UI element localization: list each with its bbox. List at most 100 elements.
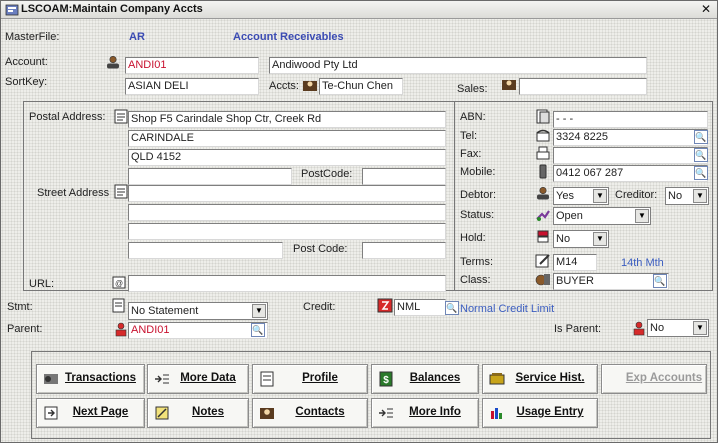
- is-parent-value: No: [650, 322, 665, 334]
- street-address-label: Street Address: [37, 187, 110, 199]
- creditor-select[interactable]: No ▼: [665, 187, 709, 205]
- svg-text:@: @: [115, 279, 123, 288]
- url-label: URL:: [29, 278, 55, 290]
- more-data-button[interactable]: More Data: [147, 364, 249, 394]
- abn-field[interactable]: - - -: [553, 111, 708, 128]
- chevron-down-icon[interactable]: ▼: [593, 232, 607, 246]
- account-name-field[interactable]: Andiwood Pty Ltd: [269, 57, 647, 74]
- fax-lookup-icon[interactable]: 🔍: [694, 148, 708, 162]
- service-hist-button[interactable]: Service Hist.: [482, 364, 598, 394]
- rep-icon: [303, 81, 317, 91]
- hold-select[interactable]: No ▼: [553, 230, 609, 248]
- profile-button[interactable]: Profile: [252, 364, 368, 394]
- url-field[interactable]: [128, 275, 446, 292]
- chevron-down-icon[interactable]: ▼: [693, 189, 707, 203]
- terms-edit-icon: [535, 254, 550, 268]
- credit-label: Credit:: [303, 301, 336, 313]
- next-page-label: Next Page: [72, 406, 129, 418]
- postal-address-label: Postal Address:: [29, 111, 106, 123]
- is-parent-select[interactable]: No ▼: [647, 319, 709, 337]
- chevron-down-icon[interactable]: ▼: [593, 189, 607, 203]
- more-info-label: More Info: [409, 406, 461, 418]
- main-window: LSCOAM:Maintain Company Accts ✕ MasterFi…: [0, 0, 718, 443]
- app-icon: [5, 4, 19, 16]
- account-label: Account:: [5, 56, 48, 68]
- debtor-person-icon: [537, 186, 549, 200]
- street-postcode-label: Post Code:: [293, 243, 348, 255]
- close-icon[interactable]: ✕: [699, 2, 713, 16]
- title-bar: LSCOAM:Maintain Company Accts ✕: [1, 1, 717, 19]
- exp-accounts-label: Exp Accounts: [625, 372, 703, 384]
- tel-lookup-icon[interactable]: 🔍: [694, 130, 708, 144]
- contacts-button[interactable]: Contacts: [252, 398, 368, 428]
- street-line3-field[interactable]: [128, 223, 446, 240]
- parent-lookup-icon[interactable]: 🔍: [251, 323, 265, 337]
- stmt-label: Stmt:: [7, 301, 33, 313]
- hold-label: Hold:: [460, 232, 486, 244]
- street-line1-field[interactable]: [128, 185, 446, 202]
- street-line4-field[interactable]: [128, 242, 283, 259]
- statement-select[interactable]: No Statement ▼: [128, 302, 268, 320]
- parent-icon: [115, 322, 127, 337]
- credit-description: Normal Credit Limit: [460, 303, 555, 315]
- credit-lookup-icon[interactable]: 🔍: [445, 301, 459, 315]
- chevron-down-icon[interactable]: ▼: [252, 304, 266, 318]
- fax-icon: [536, 146, 550, 160]
- parent-label: Parent:: [7, 323, 43, 335]
- statement-icon: [112, 298, 125, 313]
- class-lookup-icon[interactable]: 🔍: [653, 274, 667, 288]
- class-icon: [535, 274, 550, 286]
- class-field[interactable]: BUYER: [553, 273, 669, 290]
- next-page-button[interactable]: Next Page: [36, 398, 145, 428]
- profile-label: Profile: [302, 372, 338, 384]
- more-data-label: More Data: [180, 372, 236, 384]
- postal-line2-field[interactable]: CARINDALE: [128, 130, 446, 147]
- terms-field[interactable]: M14: [553, 254, 597, 271]
- more-info-button[interactable]: More Info: [371, 398, 479, 428]
- debtor-select[interactable]: Yes ▼: [553, 187, 609, 205]
- statement-value: No Statement: [131, 305, 199, 317]
- accts-label: Accts:: [269, 80, 299, 92]
- credit-field[interactable]: NML: [394, 299, 446, 316]
- street-postcode-field[interactable]: [362, 242, 446, 259]
- chevron-down-icon[interactable]: ▼: [635, 209, 649, 223]
- balances-button[interactable]: $ Balances: [371, 364, 479, 394]
- status-icon: [536, 210, 550, 221]
- parent-field[interactable]: ANDI01: [128, 322, 268, 339]
- postal-line1-field[interactable]: Shop F5 Carindale Shop Ctr, Creek Rd: [128, 111, 446, 128]
- transactions-button[interactable]: Transactions: [36, 364, 145, 394]
- postal-line4-field[interactable]: [128, 168, 292, 185]
- account-code-field[interactable]: ANDI01: [125, 57, 259, 74]
- mobile-field[interactable]: 0412 067 287: [553, 165, 708, 182]
- abn-label: ABN:: [460, 111, 486, 123]
- sortkey-field[interactable]: ASIAN DELI: [125, 78, 259, 95]
- masterfile-value: AR: [129, 31, 145, 43]
- accts-field[interactable]: Te-Chun Chen: [319, 78, 403, 95]
- exp-accounts-button[interactable]: Exp Accounts: [601, 364, 707, 394]
- sales-label: Sales:: [457, 83, 488, 95]
- fax-label: Fax:: [460, 148, 482, 160]
- chevron-down-icon[interactable]: ▼: [693, 321, 707, 335]
- street-line2-field[interactable]: [128, 204, 446, 221]
- usage-entry-label: Usage Entry: [516, 406, 584, 418]
- street-book-icon: [114, 184, 128, 199]
- hold-value: No: [556, 233, 571, 245]
- postal-postcode-field[interactable]: [362, 168, 446, 185]
- mobile-icon: [539, 164, 547, 179]
- masterfile-label: MasterFile:: [5, 31, 60, 43]
- panel-divider: [454, 102, 455, 290]
- tel-field[interactable]: 3324 8225: [553, 129, 708, 146]
- postal-postcode-label: PostCode:: [301, 168, 353, 180]
- usage-entry-button[interactable]: Usage Entry: [482, 398, 598, 428]
- sortkey-label: SortKey:: [5, 76, 48, 88]
- postal-line3-field[interactable]: QLD 4152: [128, 149, 446, 166]
- notes-button[interactable]: Notes: [147, 398, 249, 428]
- terms-description: 14th Mth: [621, 257, 664, 269]
- address-book-icon: [114, 109, 128, 124]
- fax-field[interactable]: [553, 147, 708, 164]
- creditor-value: No: [668, 190, 683, 202]
- mobile-lookup-icon[interactable]: 🔍: [694, 166, 708, 180]
- sales-field[interactable]: [519, 78, 647, 95]
- abn-icon: [536, 109, 550, 124]
- status-select[interactable]: Open ▼: [553, 207, 651, 225]
